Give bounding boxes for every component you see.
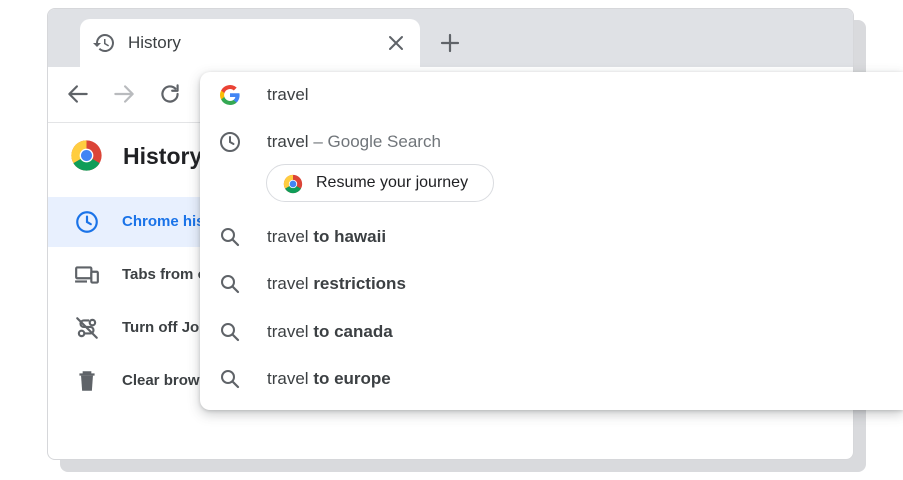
clock-icon xyxy=(220,132,240,152)
suggestion-prefix: travel xyxy=(267,369,309,388)
search-suggestion-row[interactable]: travel to europe xyxy=(200,356,903,402)
chip-label: Resume your journey xyxy=(316,174,469,191)
devices-icon xyxy=(75,266,99,284)
suggestion-text: travel to europe xyxy=(267,369,391,389)
tab-strip: History xyxy=(48,9,853,67)
omnibox-query[interactable]: travel xyxy=(267,85,309,105)
suggestion-text: travel restrictions xyxy=(267,274,406,294)
trash-icon xyxy=(79,371,95,391)
search-icon xyxy=(221,228,240,247)
tab-title: History xyxy=(128,33,181,52)
history-suggestion-query: travel xyxy=(267,132,309,151)
plus-icon[interactable] xyxy=(438,31,462,55)
suggestion-text: travel to hawaii xyxy=(267,227,386,247)
suggestion-prefix: travel xyxy=(267,227,309,246)
clock-icon xyxy=(76,211,98,233)
reload-icon[interactable] xyxy=(157,81,183,107)
suggestion-completion: to europe xyxy=(313,369,391,388)
suggestion-completion: restrictions xyxy=(313,274,406,293)
stage: History History Chrome his Tabs from o T… xyxy=(0,0,903,480)
resume-journey-chip[interactable]: Resume your journey xyxy=(266,164,494,202)
search-icon xyxy=(221,323,240,342)
search-icon xyxy=(221,275,240,294)
search-suggestion-row[interactable]: travel to canada xyxy=(200,309,903,355)
sidebar-item-label: Chrome his xyxy=(122,213,205,230)
history-suggestion-row[interactable]: travel – Google Search Resume your journ… xyxy=(200,119,903,219)
history-suggestion-source: Google Search xyxy=(327,132,441,151)
google-g-icon xyxy=(220,85,240,105)
search-suggestion-row[interactable]: travel restrictions xyxy=(200,261,903,307)
history-suggestion-separator: – xyxy=(313,132,323,151)
suggestion-prefix: travel xyxy=(267,322,309,341)
history-icon xyxy=(93,34,114,52)
chrome-logo-icon xyxy=(283,174,303,194)
history-suggestion-text: travel – Google Search xyxy=(267,132,441,152)
omnibox-input-row[interactable]: travel xyxy=(200,72,903,118)
omnibox-dropdown: travel travel – Google Search Resume you… xyxy=(200,72,903,410)
forward-arrow-icon[interactable] xyxy=(111,81,137,107)
tab-history[interactable]: History xyxy=(80,19,420,67)
sidebar-item-label: Clear brows xyxy=(122,372,208,389)
search-suggestion-row[interactable]: travel to hawaii xyxy=(200,214,903,260)
sidebar-item-label: Tabs from o xyxy=(122,266,207,283)
suggestion-completion: to canada xyxy=(313,322,393,341)
suggestion-prefix: travel xyxy=(267,274,309,293)
chrome-logo-icon xyxy=(71,140,102,171)
suggestion-text: travel to canada xyxy=(267,322,393,342)
sidebar-item-label: Turn off Jo xyxy=(122,319,200,336)
journeys-off-icon xyxy=(76,317,98,339)
suggestion-completion: to hawaii xyxy=(313,227,387,246)
close-icon[interactable] xyxy=(384,31,408,55)
back-arrow-icon[interactable] xyxy=(65,81,91,107)
search-icon xyxy=(221,370,240,389)
page-title: History xyxy=(123,143,203,169)
